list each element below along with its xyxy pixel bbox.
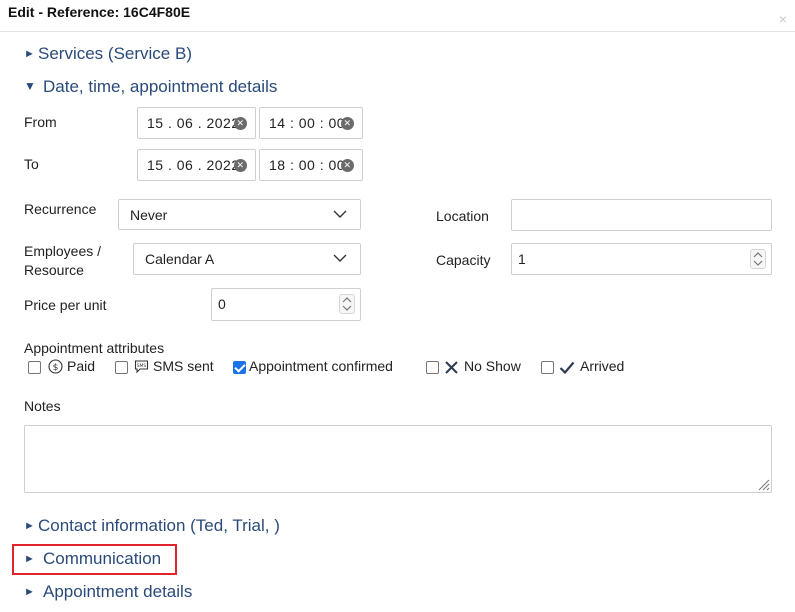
sms-sent-label: SMS sent [153, 358, 214, 374]
dialog-titlebar: Edit - Reference: 16C4F80E × [0, 0, 795, 32]
svg-text:$: $ [53, 363, 59, 373]
price-label: Price per unit [24, 297, 107, 313]
employees-select[interactable]: Calendar A [133, 243, 361, 275]
recurrence-value: Never [130, 207, 168, 223]
spinner-arrows-icon [342, 297, 352, 311]
expand-arrow-icon: ► [24, 553, 35, 565]
price-input[interactable]: 0 [211, 288, 361, 321]
to-time-value: 18 : 00 : 00 [269, 157, 346, 173]
appointment-confirmed-label: Appointment confirmed [249, 358, 393, 374]
dialog-title: Edit - Reference: 16C4F80E [8, 4, 191, 20]
to-time-input[interactable]: 18 : 00 : 00 ✕ [259, 149, 363, 181]
to-date-input[interactable]: 15 . 06 . 2022 ✕ [137, 149, 256, 181]
appointment-confirmed-checkbox[interactable] [233, 361, 246, 374]
x-mark-icon [445, 361, 458, 374]
capacity-input[interactable]: 1 [511, 243, 772, 275]
clear-icon[interactable]: ✕ [234, 159, 247, 172]
expand-arrow-icon: ► [24, 586, 35, 598]
section-communication-toggle[interactable]: ► Communication [24, 549, 161, 569]
resize-grip-icon[interactable] [756, 477, 770, 491]
sms-icon: SMS [134, 360, 149, 374]
from-label: From [24, 114, 57, 130]
from-date-input[interactable]: 15 . 06 . 2022 ✕ [137, 107, 256, 139]
notes-textarea[interactable] [24, 425, 772, 493]
checkmark-icon [559, 361, 575, 375]
collapse-arrow-icon: ▼ [24, 79, 36, 93]
to-label: To [24, 156, 39, 172]
employees-label-line2: Resource [24, 262, 84, 278]
capacity-label: Capacity [436, 252, 491, 268]
section-contact-label: Contact information (Ted, Trial, ) [38, 516, 280, 535]
close-icon[interactable]: × [779, 12, 787, 26]
section-appointment-details-label: Appointment details [43, 582, 193, 601]
dollar-circle-icon: $ [48, 359, 63, 374]
spinner-arrows-icon [753, 252, 763, 266]
section-contact-toggle[interactable]: ► Contact information (Ted, Trial, ) [24, 516, 280, 536]
no-show-label: No Show [464, 358, 521, 374]
paid-label: Paid [67, 358, 96, 374]
clear-icon[interactable]: ✕ [341, 117, 354, 130]
chevron-down-icon [333, 210, 347, 218]
capacity-spinner[interactable] [750, 249, 766, 269]
recurrence-select[interactable]: Never [118, 199, 361, 230]
recurrence-label: Recurrence [24, 201, 97, 217]
employees-label-line1: Employees / [24, 243, 102, 259]
from-time-value: 14 : 00 : 00 [269, 115, 346, 131]
location-label: Location [436, 208, 489, 224]
from-date-value: 15 . 06 . 2022 [147, 115, 240, 131]
chevron-down-icon [333, 254, 347, 262]
location-input[interactable] [511, 199, 772, 231]
arrived-label: Arrived [580, 358, 625, 374]
from-time-input[interactable]: 14 : 00 : 00 ✕ [259, 107, 363, 139]
price-value: 0 [218, 296, 226, 312]
no-show-checkbox[interactable] [426, 361, 439, 374]
expand-arrow-icon: ► [24, 520, 35, 532]
to-date-value: 15 . 06 . 2022 [147, 157, 240, 173]
section-datetime-label: Date, time, appointment details [43, 77, 278, 96]
attributes-label: Appointment attributes [24, 340, 165, 356]
capacity-value: 1 [518, 251, 526, 267]
arrived-checkbox[interactable] [541, 361, 554, 374]
clear-icon[interactable]: ✕ [234, 117, 247, 130]
section-communication-label: Communication [43, 549, 162, 568]
employees-value: Calendar A [145, 251, 215, 267]
notes-label: Notes [24, 398, 61, 414]
paid-checkbox[interactable] [28, 361, 41, 374]
section-services-label: Services (Service B) [38, 44, 192, 63]
sms-sent-checkbox[interactable] [115, 361, 128, 374]
expand-arrow-icon: ► [24, 48, 35, 60]
svg-text:SMS: SMS [137, 363, 147, 369]
price-spinner[interactable] [339, 294, 355, 314]
section-datetime-toggle[interactable]: ▼ Date, time, appointment details [24, 77, 277, 97]
section-services-toggle[interactable]: ► Services (Service B) [24, 44, 192, 64]
clear-icon[interactable]: ✕ [341, 159, 354, 172]
section-appointment-details-toggle[interactable]: ► Appointment details [24, 582, 192, 602]
